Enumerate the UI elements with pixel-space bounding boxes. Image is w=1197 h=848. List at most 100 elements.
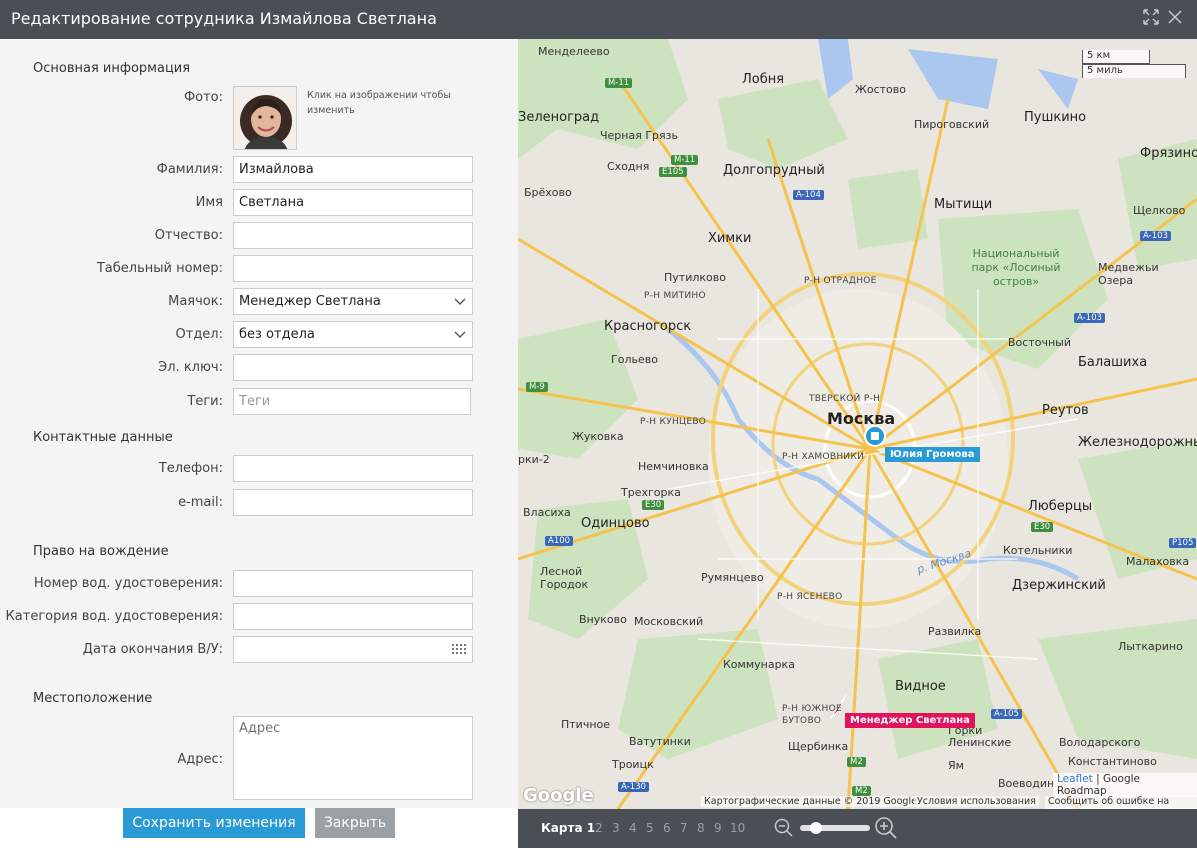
road-shield: A100 [545, 536, 574, 546]
map-label: Р-Н ЮЖНОЕ БУТОВО [782, 704, 842, 726]
leaflet-link[interactable]: Leaflet [1057, 773, 1093, 785]
road-shield: E30 [642, 500, 665, 510]
address-input[interactable] [233, 716, 473, 800]
map-label: Коммунарка [723, 658, 795, 671]
marker-label-yulia[interactable]: Юлия Громова [885, 447, 980, 462]
expand-icon[interactable] [1140, 8, 1162, 30]
map-label: Румянцево [701, 571, 764, 584]
map-view[interactable]: Менделеево Лобня Жостово Зеленоград Черн… [518, 39, 1197, 809]
report-error-link[interactable]: Сообщить об ошибке на карте [1045, 796, 1197, 809]
map-page-2[interactable]: 2 [595, 821, 603, 835]
map-page-8[interactable]: 8 [697, 821, 705, 835]
license-category-label: Категория вод. удостоверения: [5, 609, 223, 624]
map-label: Володарского [1059, 736, 1141, 749]
beacon-value: Менеджер Светлана [239, 294, 381, 309]
map-label: Пушкино [1024, 110, 1087, 125]
map-label: Фрязино [1140, 146, 1197, 161]
map-label: Жуковка [572, 430, 624, 443]
chevron-down-icon [454, 298, 466, 305]
department-value: без отдела [239, 327, 315, 342]
map-page-4[interactable]: 4 [629, 821, 637, 835]
firstname-label: Имя [195, 195, 223, 210]
section-location: Местоположение [33, 691, 153, 706]
photo-label: Фото: [183, 90, 223, 105]
map-label-park: Национальный парк «Лосиный остров» [971, 247, 1061, 288]
license-category-input[interactable] [233, 603, 473, 630]
phone-input[interactable] [233, 455, 473, 482]
map-page-9[interactable]: 9 [714, 821, 722, 835]
calendar-icon[interactable] [452, 644, 467, 655]
ekey-label: Эл. ключ: [158, 360, 223, 375]
window-title: Редактирование сотрудника Измайлова Свет… [11, 9, 437, 28]
map-page-6[interactable]: 6 [663, 821, 671, 835]
map-label: Менделеево [538, 45, 610, 58]
beacon-label: Маячок: [168, 294, 223, 309]
map-label: Котельники [1003, 544, 1073, 557]
license-expiry-input[interactable] [233, 636, 473, 663]
road-shield: P105 [1169, 538, 1197, 548]
license-number-input[interactable] [233, 570, 473, 597]
map-label: Ватутинки [629, 735, 691, 748]
map-page-7[interactable]: 7 [680, 821, 688, 835]
lastname-input[interactable]: Измайлова [233, 156, 473, 183]
road-shield: A-130 [618, 782, 649, 792]
license-expiry-label: Дата окончания В/У: [82, 642, 223, 657]
lastname-label: Фамилия: [156, 162, 223, 177]
patronymic-input[interactable] [233, 222, 473, 249]
map-pager-bar: Карта 1 2 3 4 5 6 7 8 9 10 [518, 809, 1197, 848]
map-page-5[interactable]: 5 [646, 821, 654, 835]
map-label: ТВЕРСКОЙ Р-Н [809, 394, 881, 404]
terms-link[interactable]: Условия использования [914, 796, 1039, 807]
map-label: Воеводин [998, 777, 1055, 790]
map-label: Реутов [1042, 403, 1089, 418]
road-shield: E105 [659, 167, 687, 177]
map-label: Ям [948, 759, 964, 772]
beacon-select[interactable]: Менеджер Светлана [233, 288, 473, 315]
map-label: Дзержинский [1012, 578, 1106, 593]
firstname-input[interactable]: Светлана [233, 189, 473, 216]
map-label: Щербинка [788, 740, 849, 753]
map-label: Трехгорка [621, 486, 681, 499]
map-label: Долгопрудный [723, 163, 825, 178]
map-label: Внуково [579, 613, 627, 626]
marker-label-svetlana[interactable]: Менеджер Светлана [845, 713, 975, 728]
tab-number-input[interactable] [233, 255, 473, 282]
google-logo: Google [523, 785, 594, 806]
close-icon-svg [1168, 10, 1182, 24]
map-label: Видное [895, 679, 946, 694]
zoom-out-icon[interactable] [774, 818, 794, 838]
form-scrollbar[interactable] [510, 39, 518, 809]
zoom-slider-handle[interactable] [810, 822, 822, 834]
map-label: Щелково [1133, 204, 1186, 217]
zoom-in-icon[interactable] [874, 816, 898, 840]
close-button[interactable]: Закрыть [315, 808, 395, 838]
map-page-10[interactable]: 10 [730, 821, 745, 835]
map-label: Р-Н ЯСЕНЕВО [777, 592, 843, 602]
address-label: Адрес: [177, 752, 223, 767]
road-shield: E30 [1031, 522, 1054, 532]
map-label: Малаховка [1126, 555, 1190, 568]
map-page-current[interactable]: Карта 1 [541, 821, 595, 835]
department-select[interactable]: без отдела [233, 321, 473, 348]
map-label: Гольево [611, 353, 658, 366]
department-label: Отдел: [175, 327, 223, 342]
road-shield: A-103 [1074, 313, 1105, 323]
map-label: Пироговский [914, 118, 990, 131]
photo-avatar[interactable] [233, 86, 297, 150]
map-data-attribution: Картографические данные © 2019 Google [701, 796, 920, 807]
email-input[interactable] [233, 489, 473, 516]
road-shield: M2 [852, 786, 871, 796]
ekey-input[interactable] [233, 354, 473, 381]
patronymic-label: Отчество: [154, 228, 223, 243]
license-number-label: Номер вод. удостоверения: [33, 576, 223, 591]
road-shield: M-9 [526, 382, 548, 392]
close-icon[interactable] [1164, 8, 1186, 30]
road-shield: M-11 [671, 155, 699, 165]
map-page-3[interactable]: 3 [612, 821, 620, 835]
map-label: Брёхово [524, 186, 572, 199]
map-label: Развилка [928, 625, 982, 638]
save-button[interactable]: Сохранить изменения [123, 808, 305, 838]
map-label: Зеленоград [518, 110, 600, 125]
tags-input[interactable]: Теги [233, 388, 471, 415]
map-label: Лесной Городок [540, 565, 589, 591]
